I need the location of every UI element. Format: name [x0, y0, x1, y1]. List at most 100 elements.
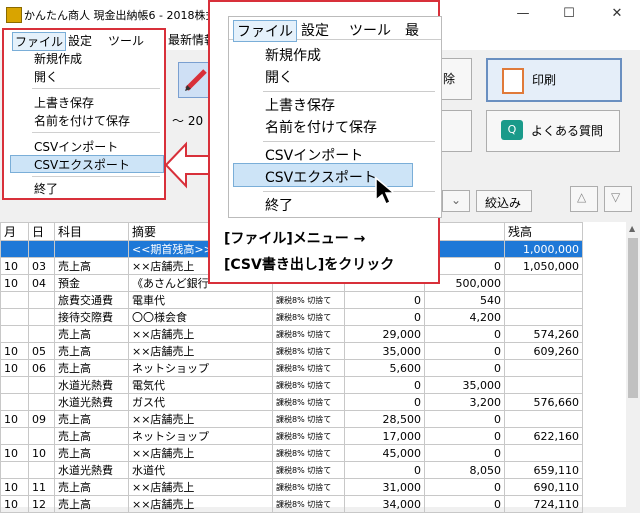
table-row[interactable]: 10 06 売上高 ネットショップ 課税8% 切捨て 5,600 0: [0, 359, 583, 377]
amount-cell[interactable]: 0: [344, 461, 425, 479]
description-cell[interactable]: ガス代: [128, 393, 273, 411]
day-cell[interactable]: 11: [28, 478, 55, 496]
scroll-thumb[interactable]: [628, 238, 638, 398]
balance-cell[interactable]: 1,050,000: [504, 257, 583, 275]
balance-cell[interactable]: 690,110: [504, 478, 583, 496]
day-cell[interactable]: [28, 427, 55, 445]
close-button[interactable]: ✕: [594, 0, 640, 28]
month-cell[interactable]: [0, 325, 29, 343]
amount-cell[interactable]: 0: [424, 495, 505, 513]
amount-cell[interactable]: 31,000: [344, 478, 425, 496]
amount-cell[interactable]: 45,000: [344, 444, 425, 462]
table-row[interactable]: 旅費交通費 電車代 課税8% 切捨て 0 540: [0, 291, 583, 309]
tax-cell[interactable]: 課税8% 切捨て: [272, 376, 345, 394]
day-cell[interactable]: [28, 240, 55, 258]
balance-cell[interactable]: 609,260: [504, 342, 583, 360]
menu-item-csv-export[interactable]: CSVエクスポート: [34, 156, 130, 173]
day-cell[interactable]: 12: [28, 495, 55, 513]
month-cell[interactable]: 10: [0, 410, 29, 428]
amount-cell[interactable]: 0: [344, 291, 425, 309]
table-row[interactable]: 水道光熱費 水道代 課税8% 切捨て 0 8,050 659,110: [0, 461, 583, 479]
account-cell[interactable]: 売上高: [54, 478, 129, 496]
month-cell[interactable]: 10: [0, 359, 29, 377]
table-row[interactable]: 10 10 売上高 ××店舗売上 課税8% 切捨て 45,000 0: [0, 444, 583, 462]
balance-cell[interactable]: [504, 359, 583, 377]
extra-button[interactable]: [440, 110, 472, 152]
table-row[interactable]: 10 12 売上高 ××店舗売上 課税8% 切捨て 34,000 0 724,110: [0, 495, 583, 513]
day-cell[interactable]: 06: [28, 359, 55, 377]
day-cell[interactable]: [28, 461, 55, 479]
day-cell[interactable]: 05: [28, 342, 55, 360]
account-cell[interactable]: 水道光熱費: [54, 461, 129, 479]
account-cell[interactable]: 売上高: [54, 342, 129, 360]
tax-cell[interactable]: 課税8% 切捨て: [272, 461, 345, 479]
amount-cell[interactable]: 0: [424, 478, 505, 496]
month-cell[interactable]: [0, 240, 29, 258]
month-cell[interactable]: [0, 393, 29, 411]
tax-cell[interactable]: 課税8% 切捨て: [272, 393, 345, 411]
account-cell[interactable]: 水道光熱費: [54, 376, 129, 394]
amount-cell[interactable]: 0: [424, 342, 505, 360]
description-cell[interactable]: 〇〇様会食: [128, 308, 273, 326]
account-cell[interactable]: 売上高: [54, 427, 129, 445]
menu-item-csv-import[interactable]: CSVインポート: [34, 138, 118, 155]
filter-dropdown[interactable]: ⌄: [442, 190, 470, 212]
menu-item-open[interactable]: 開く: [34, 68, 58, 85]
menu-item-exit[interactable]: 終了: [34, 180, 58, 197]
table-row[interactable]: 10 09 売上高 ××店舗売上 課税8% 切捨て 28,500 0: [0, 410, 583, 428]
table-row[interactable]: 売上高 ネットショップ 課税8% 切捨て 17,000 0 622,160: [0, 427, 583, 445]
balance-cell[interactable]: 1,000,000: [504, 240, 583, 258]
amount-cell[interactable]: 35,000: [424, 376, 505, 394]
description-cell[interactable]: 電車代: [128, 291, 273, 309]
month-cell[interactable]: 10: [0, 444, 29, 462]
month-cell[interactable]: 10: [0, 495, 29, 513]
maximize-button[interactable]: ☐: [546, 0, 592, 28]
amount-cell[interactable]: 0: [344, 376, 425, 394]
day-cell[interactable]: 04: [28, 274, 55, 292]
account-cell[interactable]: 売上高: [54, 410, 129, 428]
balance-cell[interactable]: [504, 444, 583, 462]
menu-tools[interactable]: ツール: [108, 32, 144, 49]
balance-cell[interactable]: 576,660: [504, 393, 583, 411]
tax-cell[interactable]: 課税8% 切捨て: [272, 342, 345, 360]
amount-cell[interactable]: 0: [344, 308, 425, 326]
column-header[interactable]: 科目: [54, 222, 129, 241]
day-cell[interactable]: [28, 393, 55, 411]
day-cell[interactable]: [28, 308, 55, 326]
description-cell[interactable]: ××店舗売上: [128, 410, 273, 428]
vertical-scrollbar[interactable]: ▲: [626, 222, 640, 507]
day-cell[interactable]: 10: [28, 444, 55, 462]
tax-cell[interactable]: 課税8% 切捨て: [272, 495, 345, 513]
minimize-button[interactable]: —: [500, 0, 546, 28]
table-row[interactable]: 接待交際費 〇〇様会食 課税8% 切捨て 0 4,200: [0, 308, 583, 326]
tax-cell[interactable]: 課税8% 切捨て: [272, 325, 345, 343]
account-cell[interactable]: 接待交際費: [54, 308, 129, 326]
amount-cell[interactable]: 29,000: [344, 325, 425, 343]
description-cell[interactable]: 電気代: [128, 376, 273, 394]
column-header[interactable]: 月: [0, 222, 29, 241]
move-down-button[interactable]: ▽: [604, 186, 632, 212]
amount-cell[interactable]: 35,000: [344, 342, 425, 360]
description-cell[interactable]: ××店舗売上: [128, 342, 273, 360]
menu-item-new[interactable]: 新規作成: [34, 50, 82, 67]
day-cell[interactable]: [28, 376, 55, 394]
tax-cell[interactable]: 課税8% 切捨て: [272, 291, 345, 309]
description-cell[interactable]: ××店舗売上: [128, 444, 273, 462]
description-cell[interactable]: ネットショップ: [128, 359, 273, 377]
amount-cell[interactable]: 3,200: [424, 393, 505, 411]
description-cell[interactable]: ××店舗売上: [128, 325, 273, 343]
account-cell[interactable]: 旅費交通費: [54, 291, 129, 309]
balance-cell[interactable]: 659,110: [504, 461, 583, 479]
column-header[interactable]: 日: [28, 222, 55, 241]
tax-cell[interactable]: 課税8% 切捨て: [272, 444, 345, 462]
menu-item-save-as[interactable]: 名前を付けて保存: [34, 112, 130, 129]
balance-cell[interactable]: [504, 308, 583, 326]
tax-cell[interactable]: 課税8% 切捨て: [272, 427, 345, 445]
account-cell[interactable]: 売上高: [54, 359, 129, 377]
amount-cell[interactable]: 0: [424, 410, 505, 428]
amount-cell[interactable]: 34,000: [344, 495, 425, 513]
account-cell[interactable]: 売上高: [54, 325, 129, 343]
amount-cell[interactable]: 0: [424, 359, 505, 377]
tax-cell[interactable]: 課税8% 切捨て: [272, 410, 345, 428]
account-cell[interactable]: [54, 240, 129, 258]
